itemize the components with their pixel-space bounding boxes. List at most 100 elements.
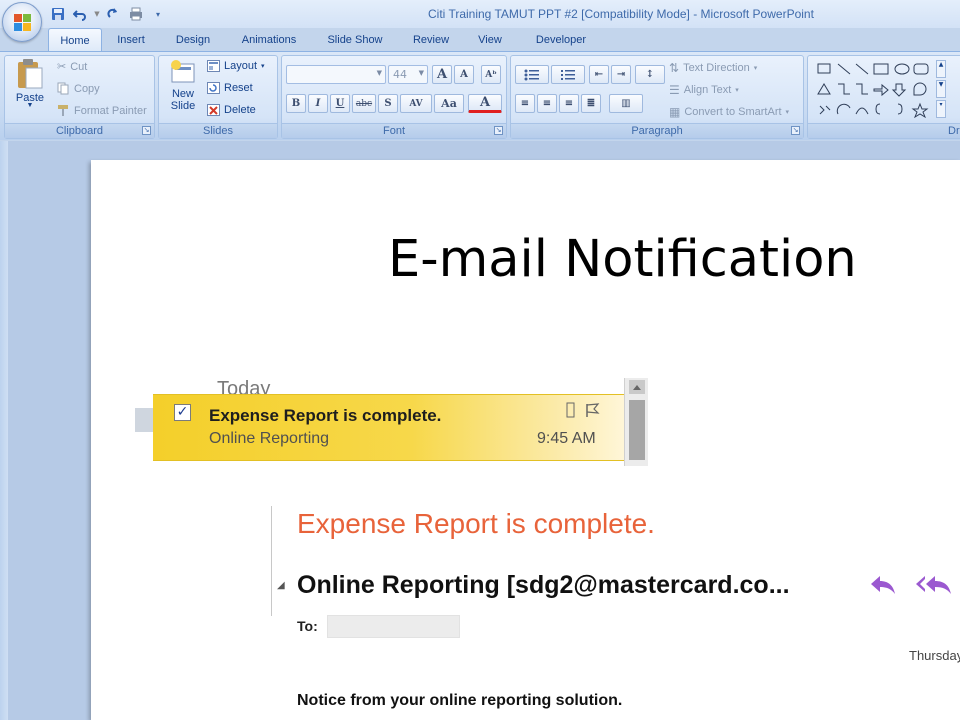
office-button[interactable] [2,2,42,42]
tab-review[interactable]: Review [398,28,464,52]
tab-view[interactable]: View [464,28,516,52]
tab-design[interactable]: Design [160,28,226,52]
justify-icon[interactable]: ≣ [581,94,601,113]
clipboard-dialog-launcher[interactable]: ↘ [142,126,151,135]
paste-icon [18,59,43,89]
italic-button[interactable]: I [308,94,328,113]
reset-button[interactable]: Reset [207,82,253,94]
paragraph-dialog-launcher[interactable]: ↘ [791,126,800,135]
align-center-icon[interactable]: ≡ [537,94,557,113]
gallery-scroll-down[interactable]: ▼ [936,80,946,98]
paste-dropdown-icon[interactable]: ▼ [27,102,34,109]
chevron-down-icon: ▾ [735,87,739,94]
delete-slide-button[interactable]: Delete [207,104,256,116]
clear-formatting-icon: Aᵇ [485,69,497,80]
tab-home[interactable]: Home [48,28,102,52]
flag-icon [586,403,600,417]
checkbox-checked-icon: ✓ [174,404,191,421]
undo-icon[interactable] [72,6,88,22]
email-to-label: To: [297,618,318,634]
slide-title[interactable]: E-mail Notification [388,230,857,289]
character-spacing-button[interactable]: AV [400,94,432,113]
reset-label: Reset [224,82,253,94]
tab-animations[interactable]: Animations [226,28,312,52]
align-left-icon[interactable]: ≡ [515,94,535,113]
email-from: Online Reporting [sdg2@mastercard.co... [297,571,790,599]
redo-icon[interactable] [106,6,122,22]
chevron-down-icon: ▾ [261,63,265,70]
layout-button[interactable]: Layout ▾ [207,60,265,72]
numbering-button[interactable] [551,65,585,84]
paragraph-group-label: Paragraph [511,123,803,138]
clear-formatting-button[interactable]: Aᵇ [481,65,501,84]
outlook-item-screenshot: Today ✓ Expense Report is complete. Onli… [135,378,655,468]
shrink-font-button[interactable]: A [454,65,474,84]
font-size-combobox[interactable]: 44 ▼ [388,65,428,84]
format-painter-icon [58,105,68,116]
document-title: Citi Training TAMUT PPT #2 [Compatibilit… [428,7,690,21]
numbering-icon [561,69,575,80]
format-painter-button[interactable]: Format Painter [57,104,147,117]
print-preview-icon[interactable] [128,6,144,22]
slide[interactable]: E-mail Notification Today ✓ Expense Repo… [91,160,960,720]
copy-button[interactable]: Copy [57,82,100,95]
underline-button[interactable]: U [330,94,350,113]
convert-smartart-label: Convert to SmartArt [684,106,782,118]
customize-qat-icon[interactable]: ▾ [150,6,166,22]
font-name-combobox[interactable]: ▼ [286,65,386,84]
new-slide-button[interactable]: New Slide [163,58,203,112]
scroll-thumb [629,400,645,460]
delete-label: Delete [224,104,256,116]
change-case-button[interactable]: Aa [434,94,464,113]
delete-icon [207,104,220,116]
format-painter-label: Format Painter [74,104,147,117]
text-direction-label: Text Direction [683,62,750,74]
mail-item-icons [566,402,600,418]
shapes-gallery[interactable] [816,60,944,119]
increase-indent-icon[interactable]: ⇥ [611,65,631,84]
layout-label: Layout [224,60,258,72]
cut-label: Cut [70,60,88,73]
title-bar: ▼ ▾ Citi Training TAMUT PPT #2 [Compatib… [0,0,960,28]
bold-button[interactable]: B [286,94,306,113]
text-shadow-button[interactable]: S [378,94,398,113]
mail-item-sender: Online Reporting [209,430,330,447]
tab-insert[interactable]: Insert [102,28,160,52]
text-direction-button[interactable]: ⇅ Text Direction ▾ [669,61,757,75]
align-text-button[interactable]: ☰ Align Text ▾ [669,83,739,97]
tab-slide-show[interactable]: Slide Show [312,28,398,52]
chevron-down-icon[interactable]: ▼ [377,69,382,77]
selection-strip [135,408,155,432]
tab-developer[interactable]: Developer [516,28,606,52]
email-to-redacted [327,615,460,638]
email-body: Notice from your online reporting soluti… [297,692,623,709]
paste-button[interactable]: Paste ▼ [9,58,51,109]
align-right-icon[interactable]: ≡ [559,94,579,113]
chevron-down-icon[interactable]: ▼ [419,69,424,77]
cut-button[interactable]: ✂ Cut [57,60,88,74]
convert-smartart-button[interactable]: ▦ Convert to SmartArt ▾ [669,105,789,119]
grow-font-button[interactable]: A [432,65,452,84]
bullets-icon [524,69,539,80]
chevron-down-icon[interactable]: ▼ [94,6,100,22]
strikethrough-button[interactable]: abc [352,94,376,113]
decrease-indent-icon[interactable]: ⇤ [589,65,609,84]
bullets-button[interactable] [515,65,549,84]
chevron-down-icon: ▾ [753,65,758,72]
gallery-more[interactable]: ▾ [936,100,946,118]
font-dialog-launcher[interactable]: ↘ [494,126,503,135]
slides-group: New Slide Layout ▾ Reset Delete Slides [158,55,278,139]
columns-icon[interactable]: ▥ [609,94,643,113]
list-scrollbar[interactable] [624,378,648,466]
font-color-button[interactable]: A [468,94,502,113]
save-icon[interactable] [50,6,66,22]
mail-list-item: ✓ Expense Report is complete. Online Rep… [153,394,624,461]
drawing-group-label: Dr [808,123,960,138]
line-spacing-icon[interactable]: ↕ [635,65,665,84]
gallery-scroll-up[interactable]: ▲ [936,60,946,78]
chevron-down-icon: ▾ [785,109,790,116]
email-actions [869,572,955,596]
ribbon: Paste ▼ ✂ Cut Copy Format Painter Clipbo… [0,51,960,140]
reply-all-icon [916,576,951,594]
align-text-icon: ☰ [669,83,680,97]
